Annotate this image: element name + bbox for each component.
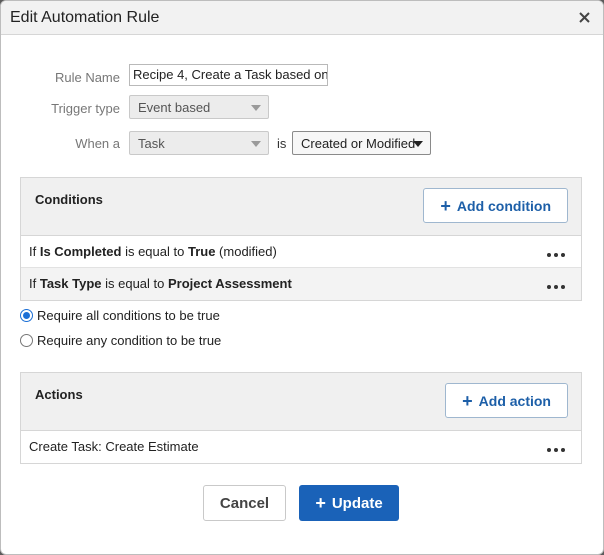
chevron-down-icon [251, 141, 261, 147]
object-type-select[interactable]: Task [129, 131, 269, 155]
trigger-type-value: Event based [138, 100, 211, 115]
condition-value: True [187, 244, 216, 259]
close-button[interactable] [575, 7, 593, 27]
condition-operator: is equal to [101, 276, 168, 291]
rule-name-label: Rule Name [54, 70, 120, 85]
rule-name-input[interactable]: Recipe 4, Create a Task based on the [129, 64, 328, 86]
add-action-button[interactable]: + Add action [445, 383, 568, 418]
condition-operator: is equal to [121, 244, 188, 259]
close-icon [578, 11, 590, 23]
object-type-value: Task [138, 136, 165, 151]
condition-row: If Task Type is equal to Project Assessm… [21, 268, 581, 300]
more-horizontal-icon[interactable] [547, 285, 565, 289]
actions-panel: Actions + Add action Create Task: Create… [20, 372, 582, 464]
edit-automation-rule-dialog: Edit Automation Rule Rule Name Recipe 4,… [0, 0, 604, 555]
event-select[interactable]: Created or Modified [292, 131, 431, 155]
conditions-title: Conditions [35, 192, 103, 207]
condition-field: Task Type [39, 276, 102, 291]
condition-field: Is Completed [39, 244, 122, 259]
require-any-radio[interactable] [20, 334, 33, 347]
update-label: Update [331, 494, 383, 512]
dialog-titlebar: Edit Automation Rule [1, 1, 603, 35]
cancel-button[interactable]: Cancel [203, 485, 286, 521]
require-any-label: Require any condition to be true [37, 333, 222, 348]
update-button[interactable]: + Update [299, 485, 399, 521]
add-action-label: Add action [478, 392, 551, 409]
event-value: Created or Modified [301, 136, 416, 151]
chevron-down-icon [251, 105, 261, 111]
dialog-title: Edit Automation Rule [10, 9, 160, 26]
require-all-option[interactable]: Require all conditions to be true [20, 308, 220, 323]
action-text: Create Task: Create Estimate [29, 439, 199, 454]
add-condition-label: Add condition [456, 197, 551, 214]
condition-prefix: If [29, 276, 40, 291]
require-all-radio[interactable] [20, 309, 33, 322]
require-any-option[interactable]: Require any condition to be true [20, 333, 221, 348]
when-label: When a [75, 136, 120, 151]
condition-suffix: (modified) [215, 244, 277, 259]
plus-icon: + [462, 390, 473, 411]
condition-value: Project Assessment [168, 276, 292, 291]
add-condition-button[interactable]: + Add condition [423, 188, 568, 223]
is-text: is [277, 136, 287, 151]
actions-title: Actions [35, 387, 83, 402]
actions-header: Actions + Add action [21, 373, 581, 431]
more-horizontal-icon[interactable] [547, 448, 565, 452]
trigger-type-select[interactable]: Event based [129, 95, 269, 119]
require-all-label: Require all conditions to be true [37, 308, 220, 323]
conditions-panel: Conditions + Add condition If Is Complet… [20, 177, 582, 301]
cancel-label: Cancel [219, 494, 270, 512]
condition-row: If Is Completed is equal to True (modifi… [21, 236, 581, 268]
chevron-down-icon [413, 141, 423, 147]
trigger-type-label: Trigger type [51, 101, 120, 116]
plus-icon: + [315, 493, 326, 513]
conditions-header: Conditions + Add condition [21, 178, 581, 236]
plus-icon: + [440, 195, 451, 216]
action-row: Create Task: Create Estimate [21, 431, 581, 463]
condition-prefix: If [29, 244, 40, 259]
more-horizontal-icon[interactable] [547, 253, 565, 257]
